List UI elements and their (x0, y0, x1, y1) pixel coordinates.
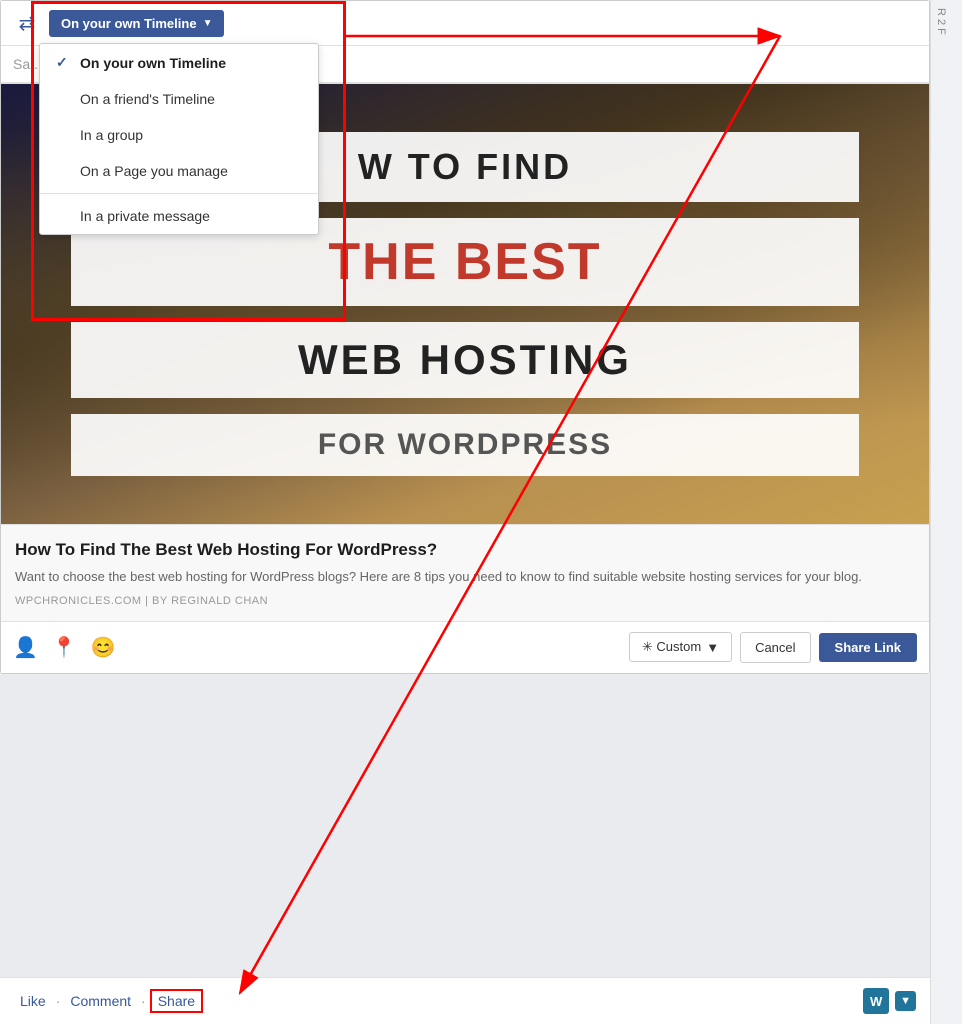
share-where-dropdown[interactable]: On your own Timeline ▼ (49, 10, 224, 37)
dropdown-item-page-manage[interactable]: On a Page you manage (40, 153, 318, 189)
content-description: Want to choose the best web hosting for … (15, 567, 915, 587)
location-icon[interactable]: 📍 (52, 635, 77, 660)
share-link-button[interactable]: Share Link (819, 633, 917, 662)
custom-label: ✳ Custom (642, 639, 701, 655)
content-source-url: WPCHRONICLES.COM (15, 595, 142, 607)
dropdown-divider (40, 193, 318, 194)
dropdown-item-label: On your own Timeline (80, 55, 226, 71)
custom-audience-button[interactable]: ✳ Custom ▼ (629, 632, 732, 662)
wordpress-icon[interactable]: W (863, 988, 889, 1014)
content-source: WPCHRONICLES.COM | BY REGINALD CHAN (15, 595, 915, 607)
comment-action[interactable]: Comment (64, 989, 137, 1013)
action-bar: Like · Comment · Share W ▼ (0, 977, 930, 1024)
page-wrapper: ⇄ On your own Timeline ▼ ✓ On your own T… (0, 0, 962, 1024)
image-text-mid: THE BEST (328, 233, 601, 291)
image-text-top: W TO FIND (358, 146, 572, 187)
content-title: How To Find The Best Web Hosting For Wor… (15, 539, 915, 561)
dropdown-item-friend-timeline[interactable]: On a friend's Timeline (40, 81, 318, 117)
dropdown-item-label: On a Page you manage (80, 163, 228, 179)
action-dot-1: · (54, 993, 63, 1009)
wordpress-dropdown-arrow[interactable]: ▼ (895, 991, 916, 1011)
action-dot-2: · (139, 993, 148, 1009)
dropdown-item-in-group[interactable]: In a group (40, 117, 318, 153)
dropdown-item-label: In a group (80, 127, 143, 143)
cancel-button[interactable]: Cancel (740, 632, 810, 663)
dropdown-item-private-message[interactable]: In a private message (40, 198, 318, 234)
footer-left: 👤 📍 😊 (13, 635, 116, 660)
image-text-bottom: WEB HOSTING (298, 336, 632, 383)
image-text-sub: FOR WORDPRESS (318, 428, 612, 461)
dropdown-item-label: In a private message (80, 208, 210, 224)
like-action[interactable]: Like (14, 989, 52, 1013)
share-footer: 👤 📍 😊 ✳ Custom ▼ Cancel Share Link (1, 621, 929, 673)
content-author: BY REGINALD CHAN (152, 595, 268, 607)
dropdown-item-label: On a friend's Timeline (80, 91, 215, 107)
sidebar-text: R 2 F (931, 0, 951, 43)
content-source-sep: | (145, 595, 148, 607)
image-text-banner-sub: FOR WORDPRESS (71, 414, 860, 476)
action-bar-right: W ▼ (863, 988, 916, 1014)
content-info: How To Find The Best Web Hosting For Wor… (1, 524, 929, 621)
chevron-down-icon: ▼ (203, 18, 213, 29)
dropdown-menu: ✓ On your own Timeline On a friend's Tim… (39, 43, 319, 235)
custom-arrow-icon: ▼ (706, 640, 719, 655)
action-bar-left: Like · Comment · Share (14, 989, 203, 1013)
tag-people-icon[interactable]: 👤 (13, 635, 38, 660)
footer-right: ✳ Custom ▼ Cancel Share Link (629, 632, 917, 663)
dropdown-label: On your own Timeline (61, 16, 197, 31)
dropdown-item-own-timeline[interactable]: ✓ On your own Timeline (40, 44, 318, 81)
share-header: ⇄ On your own Timeline ▼ ✓ On your own T… (1, 1, 929, 46)
share-action[interactable]: Share (150, 989, 203, 1013)
emoji-icon[interactable]: 😊 (91, 635, 116, 660)
image-text-banner-bottom: WEB HOSTING (71, 322, 860, 398)
checkmark-icon: ✓ (56, 54, 72, 71)
share-dialog: ⇄ On your own Timeline ▼ ✓ On your own T… (0, 0, 930, 674)
share-icon: ⇄ (13, 9, 41, 37)
right-sidebar: R 2 F (930, 0, 962, 1024)
